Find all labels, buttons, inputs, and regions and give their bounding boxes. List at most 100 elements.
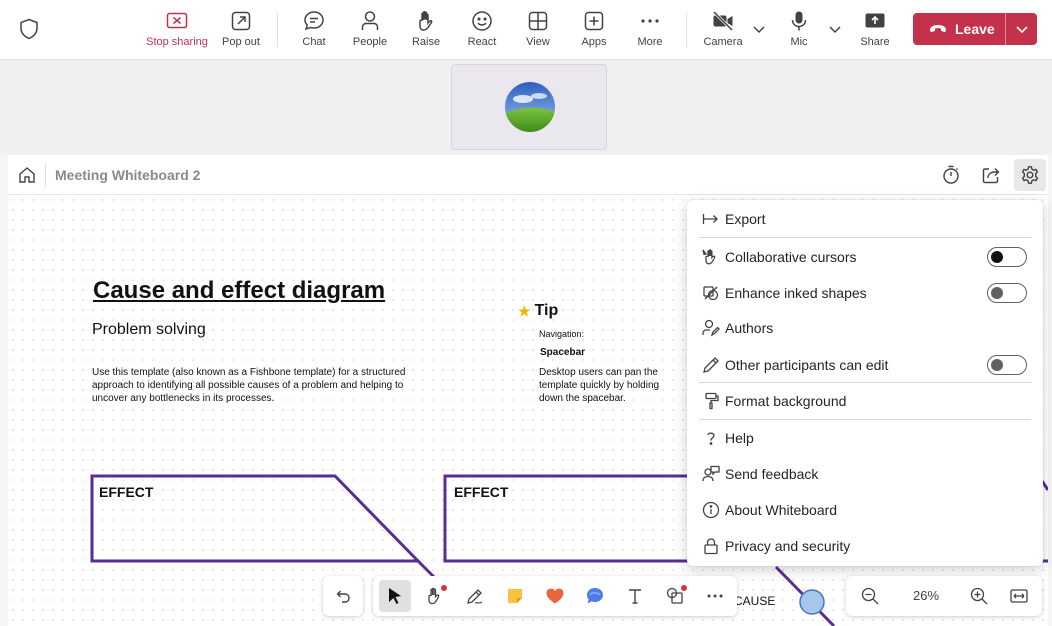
comment-bubble-icon xyxy=(587,588,603,604)
collaborator-cursor-dot xyxy=(799,589,825,615)
enhance-shapes-toggle[interactable] xyxy=(987,283,1027,303)
leave-main-button[interactable]: Leave xyxy=(913,13,1005,45)
microphone-icon xyxy=(791,11,807,31)
camera-label: Camera xyxy=(703,36,743,48)
pen-tool[interactable] xyxy=(459,580,491,612)
pencil-icon xyxy=(702,356,720,374)
comment-tool[interactable] xyxy=(579,580,611,612)
undo-button[interactable] xyxy=(323,576,363,616)
select-tool[interactable] xyxy=(379,580,411,612)
authors-label: Authors xyxy=(725,320,774,336)
share-button[interactable]: Share xyxy=(847,10,903,52)
people-button[interactable]: People xyxy=(342,10,398,52)
effect-label-1: EFFECT xyxy=(99,484,154,500)
settings-button[interactable] xyxy=(1014,159,1046,191)
pan-tool[interactable] xyxy=(419,580,451,612)
enhance-shapes-icon xyxy=(702,284,720,302)
menu-divider xyxy=(699,382,1031,383)
pop-out-button[interactable]: Pop out xyxy=(213,10,269,52)
other-participants-edit-toggle[interactable] xyxy=(987,355,1027,375)
authors-person-pen-icon xyxy=(702,319,720,337)
toggle-knob xyxy=(991,287,1003,299)
phone-hangup-icon xyxy=(930,25,946,33)
effect-label-2: EFFECT xyxy=(454,484,509,500)
help-question-icon xyxy=(702,429,720,447)
menu-divider xyxy=(699,419,1031,420)
grid-view-icon xyxy=(528,11,548,31)
people-label: People xyxy=(352,36,388,48)
apps-button[interactable]: Apps xyxy=(566,10,622,52)
reactions-tool[interactable] xyxy=(539,580,571,612)
menu-item-authors[interactable]: Authors xyxy=(687,311,1043,345)
apps-plus-icon xyxy=(584,11,604,31)
export-arrow-icon xyxy=(702,210,720,228)
text-tool[interactable] xyxy=(619,580,651,612)
leave-label: Leave xyxy=(955,21,995,37)
chat-button[interactable]: Chat xyxy=(286,10,342,52)
menu-item-privacy-security[interactable]: Privacy and security xyxy=(687,529,1043,563)
sticky-note-tool[interactable] xyxy=(499,580,531,612)
raise-hand-button[interactable]: Raise xyxy=(398,10,454,52)
meeting-stage xyxy=(0,60,1052,155)
mic-options-chevron-icon[interactable] xyxy=(828,22,842,36)
meeting-toolbar: Stop sharing Pop out Chat People Raise R… xyxy=(0,0,1052,60)
sticky-note-icon xyxy=(508,589,522,603)
zoom-in-icon[interactable] xyxy=(969,586,989,606)
pen-icon xyxy=(467,589,483,604)
pop-out-label: Pop out xyxy=(222,36,260,48)
stop-sharing-label: Stop sharing xyxy=(146,36,208,48)
toolbar-divider xyxy=(686,13,687,47)
paint-roller-icon xyxy=(702,392,720,410)
menu-item-other-participants-edit[interactable]: Other participants can edit xyxy=(687,348,1043,382)
mic-button[interactable]: Mic xyxy=(771,10,827,52)
stop-sharing-icon xyxy=(166,12,188,29)
arrow-cursor-icon xyxy=(389,588,401,604)
settings-menu: Export Collaborative cursors Enhance ink… xyxy=(687,200,1043,566)
info-icon xyxy=(702,501,720,519)
stop-sharing-button[interactable]: Stop sharing xyxy=(144,10,210,52)
leave-options-chevron-icon[interactable] xyxy=(1006,13,1037,45)
shapes-tool[interactable] xyxy=(659,580,691,612)
menu-item-about-whiteboard[interactable]: About Whiteboard xyxy=(687,493,1043,527)
participant-video-tile[interactable] xyxy=(451,64,607,150)
menu-item-send-feedback[interactable]: Send feedback xyxy=(687,457,1043,491)
more-dots-icon xyxy=(707,594,723,598)
export-label: Export xyxy=(725,211,766,227)
toolbar-divider xyxy=(277,13,278,47)
text-t-icon xyxy=(629,589,641,604)
undo-icon xyxy=(336,590,350,603)
zoom-out-icon[interactable] xyxy=(860,586,880,606)
menu-item-collaborative-cursors[interactable]: Collaborative cursors xyxy=(687,240,1043,274)
leave-button[interactable]: Leave xyxy=(913,13,1037,45)
gear-icon xyxy=(1021,166,1039,184)
menu-item-enhance-inked-shapes[interactable]: Enhance inked shapes xyxy=(687,276,1043,310)
raise-hand-icon xyxy=(419,11,433,31)
react-button[interactable]: React xyxy=(454,10,510,52)
timer-icon[interactable] xyxy=(941,165,961,185)
camera-off-icon xyxy=(712,10,734,32)
shield-icon[interactable] xyxy=(19,18,39,40)
fit-to-screen-icon[interactable] xyxy=(1009,586,1029,606)
camera-button[interactable]: Camera xyxy=(695,10,751,52)
more-button[interactable]: More xyxy=(622,10,678,52)
more-tools-button[interactable] xyxy=(699,580,731,612)
notification-dot xyxy=(681,585,687,591)
camera-options-chevron-icon[interactable] xyxy=(752,22,766,36)
pop-out-icon xyxy=(231,11,251,31)
collaborative-cursors-label: Collaborative cursors xyxy=(725,249,857,265)
share-export-icon[interactable] xyxy=(981,165,1001,185)
apps-label: Apps xyxy=(581,36,607,48)
menu-item-format-background[interactable]: Format background xyxy=(687,384,1043,418)
privacy-security-label: Privacy and security xyxy=(725,538,851,554)
raise-label: Raise xyxy=(411,36,441,48)
whiteboard-header: Meeting Whiteboard 2 xyxy=(8,155,1048,195)
toggle-knob xyxy=(991,359,1003,371)
menu-item-help[interactable]: Help xyxy=(687,421,1043,455)
menu-item-export[interactable]: Export xyxy=(687,202,1043,236)
collaborative-cursors-toggle[interactable] xyxy=(987,247,1027,267)
view-button[interactable]: View xyxy=(510,10,566,52)
other-participants-edit-label: Other participants can edit xyxy=(725,357,889,373)
react-label: React xyxy=(467,36,497,48)
home-icon[interactable] xyxy=(18,166,36,184)
people-icon xyxy=(361,11,379,30)
